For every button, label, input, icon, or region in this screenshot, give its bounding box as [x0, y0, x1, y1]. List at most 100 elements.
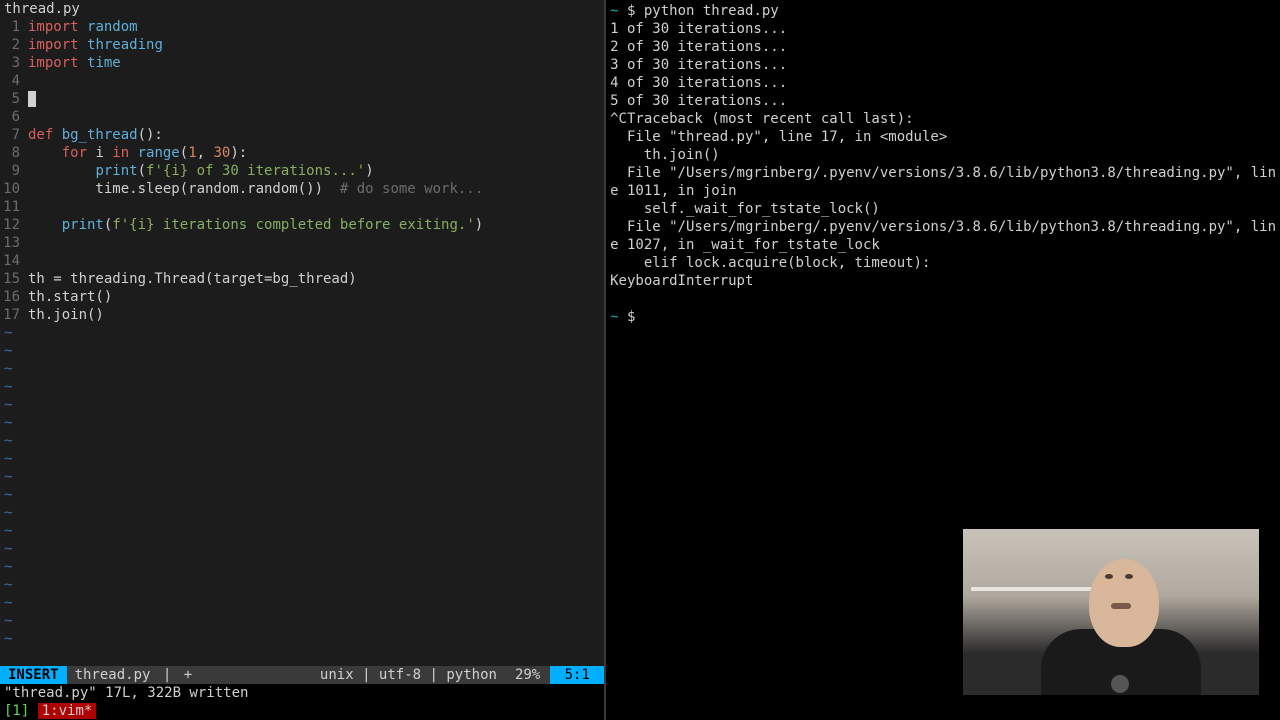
code-line[interactable]: 8 for i in range(1, 30): [0, 144, 604, 162]
code-line[interactable]: 14 [0, 252, 604, 270]
code-line[interactable]: 6 [0, 108, 604, 126]
code-content[interactable] [28, 198, 604, 216]
code-content[interactable]: print(f'{i} of 30 iterations...') [28, 162, 604, 180]
code-content[interactable]: import time [28, 54, 604, 72]
empty-line-tilde: ~ [0, 450, 604, 468]
terminal-line: 1 of 30 iterations... [610, 20, 1276, 38]
cursor [28, 91, 36, 107]
line-number: 2 [0, 36, 28, 54]
mode-indicator: INSERT [0, 666, 67, 684]
empty-line-tilde: ~ [0, 324, 604, 342]
terminal-line: e 1011, in join [610, 182, 1276, 200]
code-line[interactable]: 10 time.sleep(random.random()) # do some… [0, 180, 604, 198]
vim-statusline: INSERT thread.py | + unix | utf-8 | pyth… [0, 666, 604, 684]
prompt-tilde-2: ~ [610, 309, 618, 325]
empty-line-tilde: ~ [0, 342, 604, 360]
terminal-line: ^CTraceback (most recent call last): [610, 110, 1276, 128]
terminal-output: 1 of 30 iterations...2 of 30 iterations.… [610, 20, 1276, 290]
line-number: 3 [0, 54, 28, 72]
code-line[interactable]: 12 print(f'{i} iterations completed befo… [0, 216, 604, 234]
empty-line-tilde: ~ [0, 468, 604, 486]
code-line[interactable]: 2import threading [0, 36, 604, 54]
prompt-dollar-2: $ [627, 309, 635, 325]
line-number: 5 [0, 90, 28, 108]
line-number: 7 [0, 126, 28, 144]
terminal-line: e 1027, in _wait_for_tstate_lock [610, 236, 1276, 254]
empty-line-tilde: ~ [0, 540, 604, 558]
status-filename: thread.py | + [67, 666, 201, 684]
terminal-line: 4 of 30 iterations... [610, 74, 1276, 92]
line-number: 4 [0, 72, 28, 90]
code-line[interactable]: 5 [0, 90, 604, 108]
status-position: 5:1 [550, 666, 604, 684]
empty-line-tilde: ~ [0, 558, 604, 576]
empty-line-tilde: ~ [0, 360, 604, 378]
code-line[interactable]: 15th = threading.Thread(target=bg_thread… [0, 270, 604, 288]
code-line[interactable]: 16th.start() [0, 288, 604, 306]
terminal-command-line: ~ $ python thread.py [610, 2, 1276, 20]
terminal-line: 3 of 30 iterations... [610, 56, 1276, 74]
code-content[interactable] [28, 252, 604, 270]
terminal-line: 2 of 30 iterations... [610, 38, 1276, 56]
editor-filename: thread.py [0, 0, 604, 18]
terminal-blank [610, 290, 1276, 308]
line-number: 6 [0, 108, 28, 126]
prompt-dollar: $ [627, 3, 635, 19]
tmux-session: [1] [4, 703, 29, 719]
terminal-command: python thread.py [644, 3, 779, 19]
terminal-line: File "/Users/mgrinberg/.pyenv/versions/3… [610, 164, 1276, 182]
terminal-line: self._wait_for_tstate_lock() [610, 200, 1276, 218]
line-number: 8 [0, 144, 28, 162]
line-number: 11 [0, 198, 28, 216]
empty-line-tilde: ~ [0, 612, 604, 630]
terminal-line: File "/Users/mgrinberg/.pyenv/versions/3… [610, 218, 1276, 236]
code-content[interactable]: import random [28, 18, 604, 36]
code-content[interactable]: th.join() [28, 306, 604, 324]
tmux-statusline: [1] 1:vim* [0, 702, 604, 720]
code-content[interactable]: print(f'{i} iterations completed before … [28, 216, 604, 234]
status-percent: 29% [505, 666, 550, 684]
code-line[interactable]: 17th.join() [0, 306, 604, 324]
empty-line-tilde: ~ [0, 594, 604, 612]
empty-line-tilde: ~ [0, 414, 604, 432]
code-content[interactable] [28, 72, 604, 90]
empty-line-tilde: ~ [0, 522, 604, 540]
code-content[interactable]: th.start() [28, 288, 604, 306]
status-file-text: thread.py [75, 667, 151, 683]
code-content[interactable] [28, 234, 604, 252]
code-line[interactable]: 4 [0, 72, 604, 90]
terminal-line: KeyboardInterrupt [610, 272, 1276, 290]
line-number: 9 [0, 162, 28, 180]
terminal-idle-prompt[interactable]: ~ $ [610, 308, 1276, 326]
code-content[interactable] [28, 90, 604, 108]
code-content[interactable]: import threading [28, 36, 604, 54]
code-content[interactable]: time.sleep(random.random()) # do some wo… [28, 180, 604, 198]
code-line[interactable]: 11 [0, 198, 604, 216]
code-line[interactable]: 1import random [0, 18, 604, 36]
line-number: 14 [0, 252, 28, 270]
line-number: 13 [0, 234, 28, 252]
empty-line-tilde: ~ [0, 504, 604, 522]
terminal-line: 5 of 30 iterations... [610, 92, 1276, 110]
terminal-line: File "thread.py", line 17, in <module> [610, 128, 1276, 146]
code-line[interactable]: 3import time [0, 54, 604, 72]
tmux-window[interactable]: 1:vim* [38, 703, 97, 719]
editor-pane[interactable]: thread.py 1import random2import threadin… [0, 0, 604, 720]
code-line[interactable]: 7def bg_thread(): [0, 126, 604, 144]
code-content[interactable]: def bg_thread(): [28, 126, 604, 144]
code-content[interactable]: for i in range(1, 30): [28, 144, 604, 162]
code-content[interactable] [28, 108, 604, 126]
line-number: 16 [0, 288, 28, 306]
code-line[interactable]: 9 print(f'{i} of 30 iterations...') [0, 162, 604, 180]
terminal-line: elif lock.acquire(block, timeout): [610, 254, 1276, 272]
code-line[interactable]: 13 [0, 234, 604, 252]
code-content[interactable]: th = threading.Thread(target=bg_thread) [28, 270, 604, 288]
empty-line-tilde: ~ [0, 432, 604, 450]
empty-line-tilde: ~ [0, 630, 604, 648]
terminal-line: th.join() [610, 146, 1276, 164]
line-number: 1 [0, 18, 28, 36]
empty-line-tilde: ~ [0, 378, 604, 396]
line-number: 17 [0, 306, 28, 324]
line-number: 15 [0, 270, 28, 288]
editor-body[interactable]: 1import random2import threading3import t… [0, 18, 604, 666]
